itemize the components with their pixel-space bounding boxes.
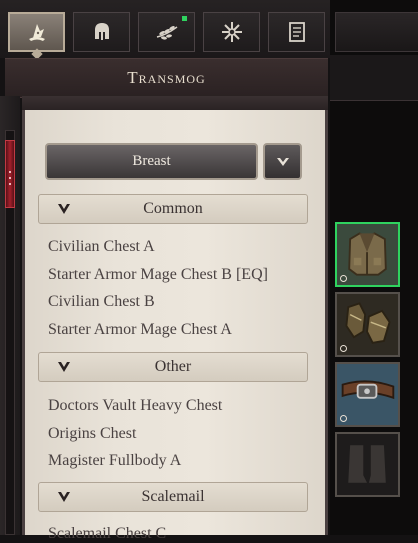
helmet-icon [94, 23, 109, 40]
right-frame-ornament [330, 55, 418, 101]
right-top-bar [335, 12, 418, 52]
grip-dot [9, 183, 11, 185]
grip-dot [9, 177, 11, 179]
list-item[interactable]: Scalemail Chest C [48, 525, 166, 543]
slot-indicator-dot [340, 275, 347, 282]
chevron-down-icon [58, 204, 70, 214]
page-title: Transmog [127, 68, 206, 87]
list-item[interactable]: Magister Fullbody A [48, 452, 181, 470]
scrollbar-thumb[interactable] [5, 140, 15, 208]
category-header-other[interactable]: Other [38, 352, 308, 382]
category-label: Scalemail [141, 488, 205, 505]
snowflake-icon [221, 22, 242, 42]
list-item[interactable]: Civilian Chest B [48, 293, 155, 311]
slot-indicator-dot [340, 345, 347, 352]
equipment-slot-chest[interactable] [335, 222, 400, 287]
list-item[interactable]: Starter Armor Mage Chest A [48, 321, 232, 339]
book-icon [288, 22, 305, 42]
slot-indicator-dot [340, 415, 347, 422]
chevron-down-icon [58, 492, 70, 502]
equipment-slot-gloves[interactable] [335, 292, 400, 357]
category-header-common[interactable]: Common [38, 194, 308, 224]
grip-dot [9, 171, 11, 173]
tab-laurel[interactable] [138, 12, 195, 52]
chevron-down-icon [58, 362, 70, 372]
panel-top-ornament [22, 96, 328, 110]
tab-snowflake[interactable] [203, 12, 260, 52]
category-header-scalemail[interactable]: Scalemail [38, 482, 308, 512]
list-item[interactable]: Starter Armor Mage Chest B [EQ] [48, 266, 268, 284]
equipment-slot-boots[interactable] [335, 432, 400, 497]
tab-transmog[interactable] [8, 12, 65, 52]
category-label: Common [143, 200, 203, 217]
laurel-icon [156, 26, 177, 40]
panel-header: Transmog [5, 58, 328, 98]
list-item[interactable]: Doctors Vault Heavy Chest [48, 397, 222, 415]
chevron-down-icon [276, 157, 289, 166]
category-label: Other [154, 358, 192, 375]
wizard-hat-icon [28, 24, 45, 41]
equipment-slot-belt[interactable] [335, 362, 400, 427]
notification-dot [182, 16, 187, 21]
list-item[interactable]: Civilian Chest A [48, 238, 155, 256]
list-item[interactable]: Origins Chest [48, 425, 136, 443]
tab-journal[interactable] [268, 12, 325, 52]
dropdown-selected-value: Breast [132, 153, 171, 169]
boots-icon [337, 434, 398, 495]
dropdown-toggle-button[interactable] [263, 143, 302, 180]
tab-helmet[interactable] [73, 12, 130, 52]
slot-type-dropdown[interactable]: Breast [45, 143, 258, 180]
